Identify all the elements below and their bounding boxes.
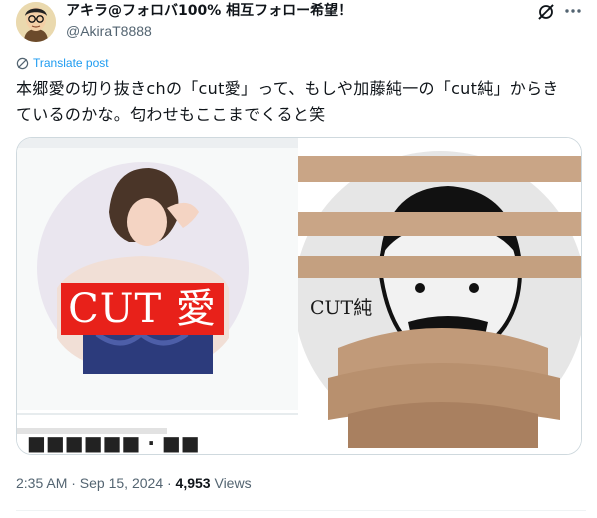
media-container: ■■■■■■ · ■■ CUT 愛 CUT純 xyxy=(16,137,582,455)
tweet-metadata: 2:35 AM · Sep 15, 2024 · 4,953 Views xyxy=(16,473,252,493)
translate-label[interactable]: Translate post xyxy=(33,56,109,70)
display-name[interactable]: アキラ@フォロバ100% 相互フォロー希望！ xyxy=(66,2,352,20)
tweet-text-line-2: ているのかな。匂わせもここまでくると笑 xyxy=(16,105,326,124)
tweet-text-line-1: 本郷愛の切り抜きchの「cut愛」って、もしや加藤純一の「cut純」からき xyxy=(16,79,559,98)
author-names: アキラ@フォロバ100% 相互フォロー希望！ @AkiraT8888 xyxy=(66,2,352,40)
media-image-right[interactable]: CUT純 xyxy=(298,138,581,454)
more-icon[interactable] xyxy=(563,1,583,21)
avatar-illustration xyxy=(16,2,56,42)
views-label: Views xyxy=(210,475,252,491)
handle[interactable]: @AkiraT8888 xyxy=(66,22,352,40)
grok-icon[interactable] xyxy=(536,2,556,22)
avatar[interactable] xyxy=(16,2,56,42)
media-image-left[interactable]: ■■■■■■ · ■■ CUT 愛 xyxy=(17,138,298,455)
cut-ai-label: CUT 愛 xyxy=(61,283,224,335)
svg-text:■■■■■■ · ■■: ■■■■■■ · ■■ xyxy=(27,431,200,455)
divider xyxy=(16,510,586,511)
tweet-header: アキラ@フォロバ100% 相互フォロー希望！ @AkiraT8888 xyxy=(0,0,597,48)
translate-post-link[interactable]: Translate post xyxy=(16,56,109,70)
tweet-text: 本郷愛の切り抜きchの「cut愛」って、もしや加藤純一の「cut純」からき てい… xyxy=(16,76,586,128)
views-count[interactable]: 4,953 xyxy=(176,475,211,491)
translate-icon xyxy=(16,57,29,69)
cut-jun-label: CUT純 xyxy=(310,297,373,319)
timestamp[interactable]: 2:35 AM · Sep 15, 2024 · xyxy=(16,475,176,491)
